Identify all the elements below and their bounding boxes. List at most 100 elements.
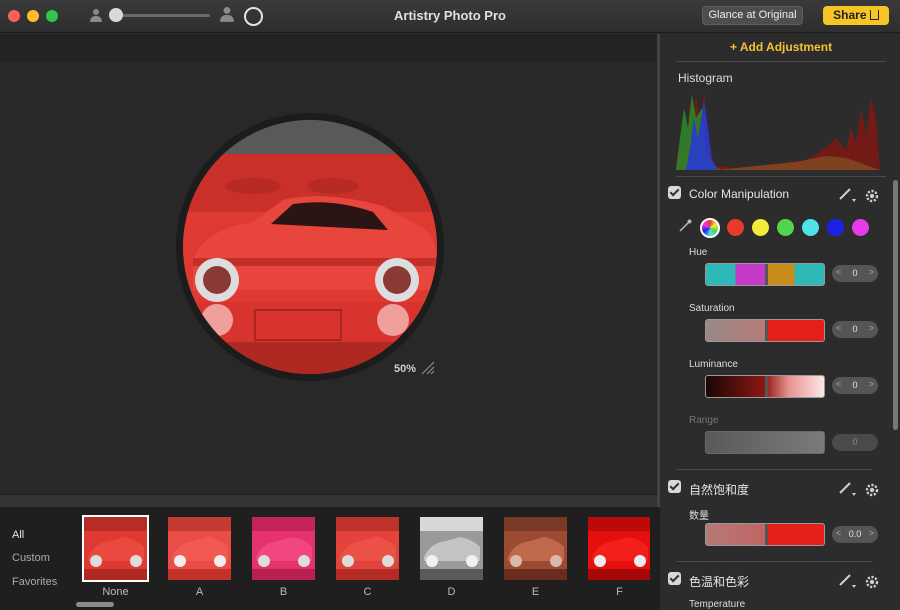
luminance-stepper[interactable]: <0 > bbox=[832, 377, 878, 394]
blue-swatch[interactable] bbox=[827, 219, 844, 236]
loupe-photo[interactable] bbox=[183, 120, 437, 374]
category-custom[interactable]: Custom bbox=[12, 552, 50, 564]
gear-icon[interactable] bbox=[865, 575, 879, 589]
divider bbox=[676, 561, 872, 562]
minimize-window-button[interactable] bbox=[27, 10, 39, 22]
amount-slider[interactable] bbox=[705, 523, 825, 546]
gear-icon[interactable] bbox=[865, 189, 879, 203]
brush-icon[interactable] bbox=[838, 481, 856, 497]
preset-label-c: C bbox=[363, 586, 372, 598]
divider bbox=[676, 61, 886, 62]
preset-label-f: F bbox=[616, 586, 623, 598]
eyedropper-icon[interactable] bbox=[678, 219, 692, 233]
green-swatch[interactable] bbox=[777, 219, 794, 236]
canvas-top-strip bbox=[0, 34, 657, 62]
preset-thumb-d[interactable] bbox=[420, 517, 483, 580]
temp-tint-title: 色温和色彩 bbox=[689, 575, 750, 589]
filmstrip-scrollbar[interactable] bbox=[76, 602, 114, 607]
luminance-value: 0 bbox=[852, 380, 858, 390]
preset-thumb-f[interactable] bbox=[588, 517, 650, 580]
preset-thumb-b[interactable] bbox=[252, 517, 315, 580]
temp-tint-checkbox[interactable] bbox=[668, 572, 681, 585]
share-button[interactable]: Share bbox=[823, 6, 889, 25]
hue-slider-handle[interactable] bbox=[765, 264, 768, 285]
glance-at-original-button[interactable]: Glance at Original bbox=[702, 6, 803, 25]
cyan-swatch[interactable] bbox=[802, 219, 819, 236]
divider bbox=[676, 469, 872, 470]
saturation-stepper[interactable]: <0 > bbox=[832, 321, 878, 338]
color-manipulation-title: Color Manipulation bbox=[689, 187, 790, 201]
zoom-slider-track[interactable] bbox=[110, 14, 210, 17]
small-person-icon bbox=[90, 9, 102, 23]
add-adjustment-label: Add Adjustment bbox=[739, 40, 833, 54]
increment-icon[interactable]: > bbox=[869, 379, 874, 389]
category-favorites[interactable]: Favorites bbox=[12, 576, 57, 588]
close-window-button[interactable] bbox=[8, 10, 20, 22]
share-label: Share bbox=[833, 8, 867, 22]
decrement-icon[interactable]: < bbox=[836, 528, 841, 538]
saturation-slider-handle[interactable] bbox=[765, 320, 768, 341]
plus-icon: + bbox=[729, 40, 740, 54]
temperature-label: Temperature bbox=[689, 599, 746, 610]
amount-value: 0.0 bbox=[848, 529, 862, 539]
luminance-slider[interactable] bbox=[705, 375, 825, 398]
amount-slider-handle[interactable] bbox=[765, 524, 768, 545]
preset-label-a: A bbox=[195, 586, 204, 598]
divider bbox=[676, 176, 886, 177]
hue-slider[interactable] bbox=[705, 263, 825, 286]
amount-label: 数量 bbox=[689, 511, 709, 522]
increment-icon[interactable]: > bbox=[869, 267, 874, 277]
histogram bbox=[676, 88, 880, 170]
yellow-swatch[interactable] bbox=[752, 219, 769, 236]
preset-label-e: E bbox=[531, 586, 540, 598]
preset-label-none: None bbox=[102, 586, 129, 598]
saturation-slider[interactable] bbox=[705, 319, 825, 342]
add-adjustment-button[interactable]: + Add Adjustment bbox=[676, 40, 886, 54]
all-colors-swatch[interactable] bbox=[700, 218, 720, 238]
zoom-slider-knob[interactable] bbox=[109, 8, 123, 22]
zoom-level-label: 50% bbox=[394, 363, 417, 375]
preset-thumb-a[interactable] bbox=[168, 517, 231, 580]
vibrance-checkbox[interactable] bbox=[668, 480, 681, 493]
brush-icon[interactable] bbox=[838, 187, 856, 203]
increment-icon[interactable]: > bbox=[869, 323, 874, 333]
saturation-value: 0 bbox=[852, 324, 858, 334]
preset-thumb-e[interactable] bbox=[504, 517, 567, 580]
decrement-icon[interactable]: < bbox=[836, 323, 841, 333]
preset-thumb-c[interactable] bbox=[336, 517, 399, 580]
increment-icon[interactable]: > bbox=[869, 528, 874, 538]
category-all[interactable]: All bbox=[12, 529, 24, 541]
gear-icon[interactable] bbox=[865, 483, 879, 497]
circle-loupe-icon[interactable] bbox=[244, 7, 263, 26]
range-label: Range bbox=[689, 415, 719, 426]
share-icon bbox=[869, 10, 879, 20]
range-slider[interactable] bbox=[705, 431, 825, 454]
luminance-label: Luminance bbox=[689, 359, 738, 370]
car-photo-image bbox=[183, 120, 437, 374]
window-title: Artistry Photo Pro bbox=[394, 8, 506, 23]
hue-stepper[interactable]: <0 > bbox=[832, 265, 878, 282]
histogram-title: Histogram bbox=[678, 71, 733, 85]
color-manipulation-checkbox[interactable] bbox=[668, 186, 681, 199]
saturation-label: Saturation bbox=[689, 303, 735, 314]
red-swatch[interactable] bbox=[727, 219, 744, 236]
amount-stepper[interactable]: <0.0 > bbox=[832, 526, 878, 543]
panel-vertical-scrollbar[interactable] bbox=[893, 180, 898, 430]
large-person-icon bbox=[220, 6, 234, 23]
hue-value: 0 bbox=[852, 268, 858, 278]
luminance-slider-handle[interactable] bbox=[765, 376, 768, 397]
brush-icon[interactable] bbox=[838, 573, 856, 589]
range-value: 0 bbox=[852, 437, 858, 447]
hue-label: Hue bbox=[689, 247, 708, 258]
resize-grip-icon[interactable] bbox=[420, 361, 436, 375]
zoom-window-button[interactable] bbox=[46, 10, 58, 22]
preset-label-d: D bbox=[447, 586, 456, 598]
decrement-icon[interactable]: < bbox=[836, 267, 841, 277]
preset-thumb-none[interactable] bbox=[82, 515, 149, 582]
vibrance-title: 自然饱和度 bbox=[689, 483, 750, 497]
range-stepper[interactable]: 0 bbox=[832, 434, 878, 451]
decrement-icon[interactable]: < bbox=[836, 379, 841, 389]
preset-label-b: B bbox=[279, 586, 288, 598]
magenta-swatch[interactable] bbox=[852, 219, 869, 236]
canvas-horizontal-scrollbar[interactable] bbox=[0, 494, 657, 507]
